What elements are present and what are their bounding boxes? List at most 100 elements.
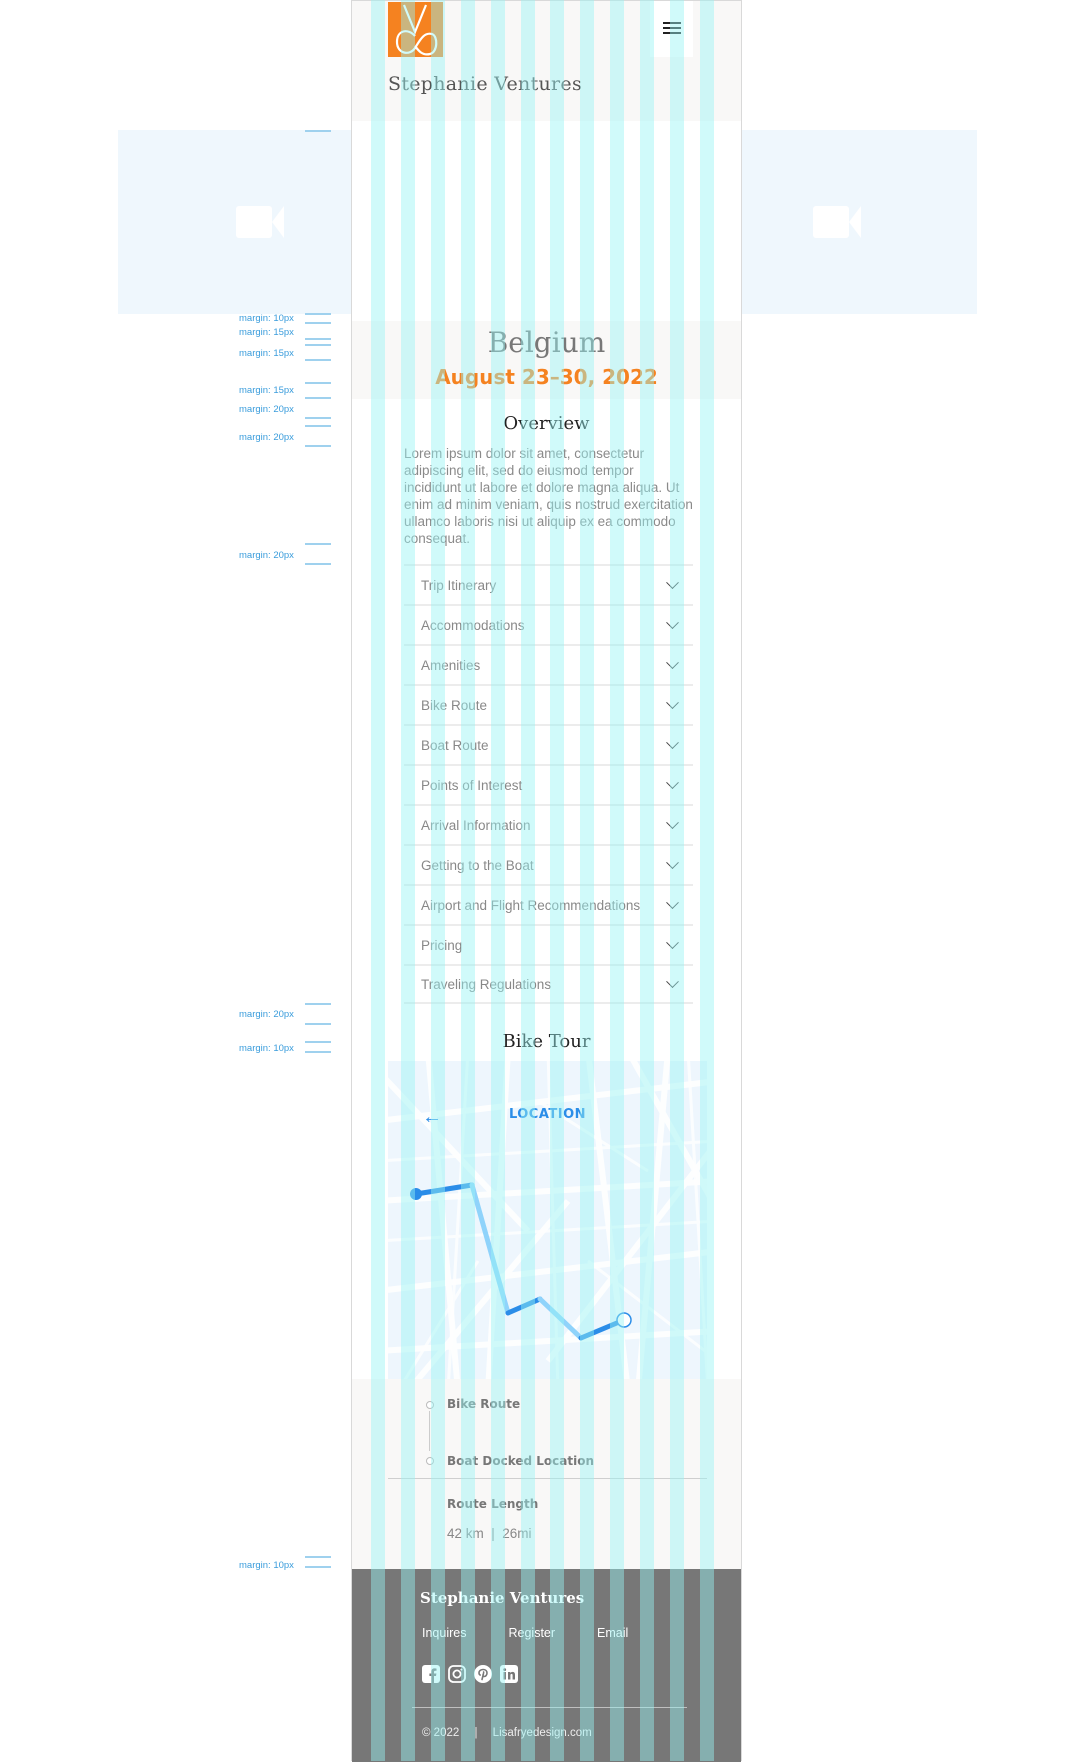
copyright-separator: | [474,1727,478,1739]
legend-connector [429,1411,430,1451]
annotation-label: margin: 15px [239,348,294,359]
chevron-down-icon [666,575,679,589]
social-links [422,1665,518,1683]
logo[interactable] [388,2,443,57]
chevron-down-icon [666,815,679,829]
footer: Stephanie Ventures Inquires Register Ema… [352,1569,741,1762]
annotation-tick [305,543,331,545]
annotation-tick [305,1051,331,1053]
annotation-tick [305,563,331,565]
accordion-label: Getting to the Boat [421,857,534,873]
accordion-label: Boat Route [421,737,489,753]
accordion-item-points-of-interest[interactable]: Points of Interest [404,764,693,804]
annotation-tick [305,344,331,346]
annotation-tick [305,397,331,399]
overview-body: Lorem ipsum dolor sit amet, consectetur … [404,446,693,546]
video-camera-icon [813,206,861,238]
route-segment [505,1296,543,1316]
accordion-label: Accommodations [421,617,525,633]
instagram-icon[interactable] [448,1665,466,1683]
trip-country: Belgium [487,326,606,359]
annotation-tick [305,445,331,447]
accordion-label: Amenities [421,657,481,673]
annotation-tick [305,1566,331,1568]
accordion-label: Arrival Information [421,817,531,833]
mobile-page-frame: Stephanie Ventures Belgium August 23–30,… [351,0,742,1762]
copyright-year: © 2022 [422,1727,460,1739]
annotation-tick [305,322,331,324]
annotation-label: margin: 10px [239,1043,294,1054]
annotation-label: margin: 15px [239,327,294,338]
bike-tour-heading: Bike Tour [502,1031,591,1052]
route-length-label: Route Length [447,1497,539,1511]
annotation-label: margin: 15px [239,385,294,396]
accordion-item-traveling-regulations[interactable]: Traveling Regulations [404,964,693,1004]
accordion-label: Trip Itinerary [421,577,497,593]
menu-button[interactable] [650,1,693,57]
route-legend [352,1379,741,1569]
annotation-tick [305,1041,331,1043]
hamburger-icon [663,22,681,35]
annotation-tick [305,417,331,419]
annotation-label: margin: 20px [239,404,294,415]
map-title: LOCATION [508,1107,587,1122]
annotation-label: margin: 10px [239,313,294,324]
bike-route-marker-icon [426,1401,434,1409]
chevron-down-icon [666,735,679,749]
footer-links: Inquires Register Email [422,1626,670,1640]
route-end-marker [616,1312,632,1328]
footer-link-email[interactable]: Email [597,1626,628,1640]
annotation-label: margin: 20px [239,550,294,561]
accordion-item-arrival-information[interactable]: Arrival Information [404,804,693,844]
route-start-marker [410,1188,422,1200]
logo-monogram-icon [395,4,438,56]
accordion-item-bike-route[interactable]: Bike Route [404,684,693,724]
brand-name: Stephanie Ventures [388,73,583,95]
accordion-item-pricing[interactable]: Pricing [404,924,693,964]
accordion-label: Traveling Regulations [421,976,552,992]
accordion-item-boat-route[interactable]: Boat Route [404,724,693,764]
accordion-item-trip-itinerary[interactable]: Trip Itinerary [404,564,693,604]
copyright: © 2022 | Lisafryedesign.com [422,1727,592,1739]
linkedin-icon[interactable] [500,1665,518,1683]
trip-dates: August 23–30, 2022 [435,365,658,389]
footer-link-register[interactable]: Register [508,1626,555,1640]
annotation-tick [305,1556,331,1558]
annotation-tick [305,1023,331,1025]
chevron-down-icon [666,655,679,669]
accordion-label: Pricing [421,937,463,953]
annotation-tick [305,1003,331,1005]
video-camera-icon [235,206,284,238]
chevron-down-icon [666,895,679,909]
facebook-icon[interactable] [422,1665,440,1683]
route-segment [413,1182,475,1197]
annotation-tick [305,313,331,315]
chevron-down-icon [666,695,679,709]
pinterest-icon[interactable] [474,1665,492,1683]
chevron-down-icon [666,855,679,869]
legend-divider [388,1478,707,1479]
chevron-down-icon [666,974,679,988]
accordion-label: Points of Interest [421,777,523,793]
chevron-down-icon [666,775,679,789]
annotation-tick [305,359,331,361]
boat-dock-marker-icon [426,1457,434,1465]
footer-divider [412,1707,687,1708]
annotation-tick [305,425,331,427]
legend-bike-route: Bike Route [447,1397,521,1411]
accordion-label: Bike Route [421,697,488,713]
route-map[interactable]: ← LOCATION [388,1061,707,1379]
accordion-item-getting-to-the-boat[interactable]: Getting to the Boat [404,844,693,884]
footer-link-inquires[interactable]: Inquires [422,1626,466,1640]
accordion-item-airport-flight[interactable]: Airport and Flight Recommendations [404,884,693,924]
accordion-item-accommodations[interactable]: Accommodations [404,604,693,644]
route-length-value: 42 km | 26mi [447,1526,532,1541]
footer-site-link[interactable]: Lisafryedesign.com [493,1727,592,1739]
annotation-tick [305,382,331,384]
trip-details-accordion: Trip Itinerary Accommodations Amenities … [404,564,693,1004]
annotation-tick [305,338,331,340]
annotation-label: margin: 10px [239,1560,294,1571]
accordion-item-amenities[interactable]: Amenities [404,644,693,684]
chevron-down-icon [666,935,679,949]
chevron-down-icon [666,615,679,629]
